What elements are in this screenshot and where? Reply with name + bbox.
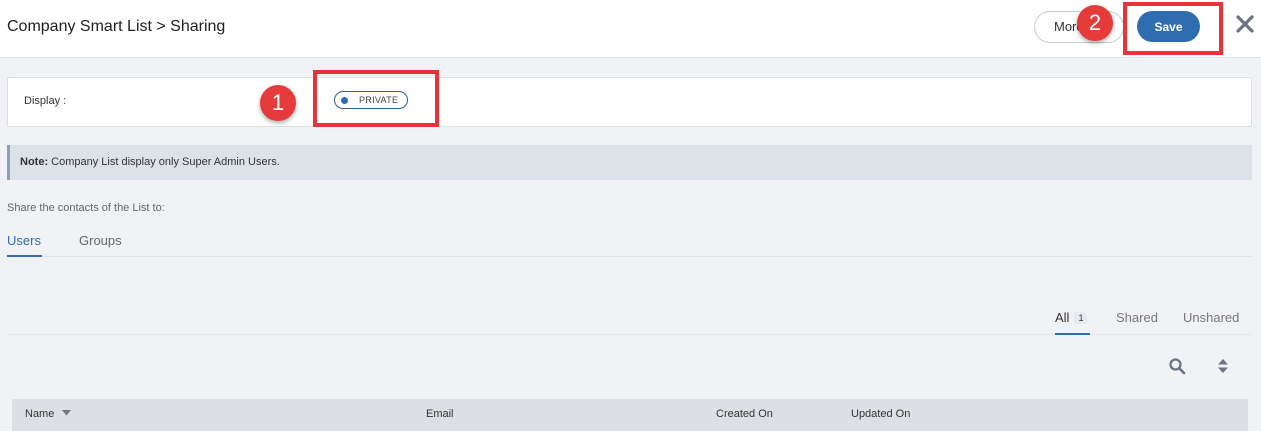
callout-number-1: 1 xyxy=(260,85,296,121)
page-header: Company Smart List > Sharing More Save xyxy=(0,0,1261,58)
column-created-on[interactable]: Created On xyxy=(716,408,773,420)
tab-groups[interactable]: Groups xyxy=(79,233,122,257)
caret-down-icon xyxy=(62,410,72,416)
filter-all-count: 1 xyxy=(1074,312,1088,324)
filter-unshared[interactable]: Unshared xyxy=(1183,310,1239,335)
table-header: Name Email Created On Updated On xyxy=(12,399,1248,431)
note-banner: Note: Company List display only Super Ad… xyxy=(7,145,1252,180)
column-name[interactable]: Name xyxy=(25,408,72,420)
filter-shared[interactable]: Shared xyxy=(1116,310,1158,335)
share-heading: Share the contacts of the List to: xyxy=(7,202,165,214)
toggle-dot-icon xyxy=(341,97,348,104)
note-prefix: Note: xyxy=(20,156,49,168)
column-name-label: Name xyxy=(25,408,55,420)
toggle-label: PRIVATE xyxy=(359,95,399,105)
column-email[interactable]: Email xyxy=(426,408,454,420)
search-icon[interactable] xyxy=(1168,357,1186,375)
sort-icon[interactable] xyxy=(1217,358,1229,374)
filter-all[interactable]: All 1 xyxy=(1055,310,1090,335)
filter-all-label: All xyxy=(1055,310,1070,325)
column-updated-on[interactable]: Updated On xyxy=(851,408,910,420)
display-panel: Display : PRIVATE xyxy=(7,77,1252,127)
note-text: Company List display only Super Admin Us… xyxy=(48,156,280,168)
save-button[interactable]: Save xyxy=(1137,11,1200,42)
share-tabs: Users Groups xyxy=(7,233,1252,257)
callout-number-2: 2 xyxy=(1077,5,1113,41)
page-title: Company Smart List > Sharing xyxy=(7,18,226,35)
close-icon[interactable] xyxy=(1234,13,1256,35)
tab-users[interactable]: Users xyxy=(7,233,42,257)
visibility-toggle[interactable]: PRIVATE xyxy=(334,91,408,109)
display-label: Display : xyxy=(24,95,67,107)
